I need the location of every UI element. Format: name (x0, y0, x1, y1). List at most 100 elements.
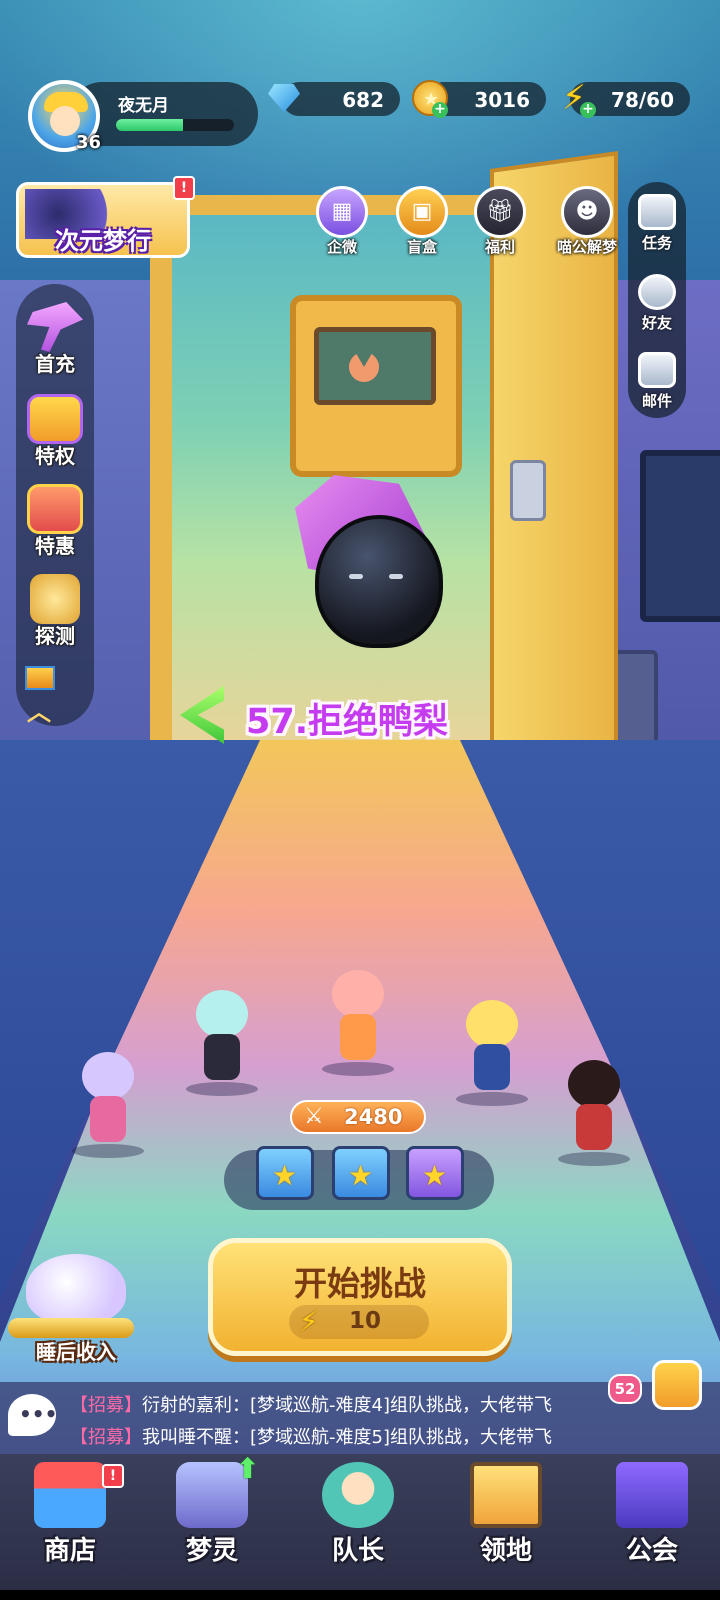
gem-icon (264, 78, 304, 118)
energy-value: 78/60 (611, 88, 674, 112)
star-chest[interactable]: ★ (332, 1146, 390, 1200)
nav-shop-label: 商店 (43, 1536, 96, 1566)
monster-eye (349, 574, 363, 579)
event-badge: ! (173, 176, 195, 200)
nav-territory[interactable]: 领地 (446, 1462, 566, 1567)
captain-icon (322, 1462, 394, 1528)
star-chest[interactable]: ★ (256, 1146, 314, 1200)
first-recharge-label: 首充 (35, 352, 75, 376)
top-icon-welfare[interactable]: 🎁︎ 福利 (463, 186, 537, 258)
energy-icon: ⚡ + (558, 78, 598, 118)
first-recharge-button[interactable]: 首充 (16, 302, 94, 377)
chevron-up-icon: ︿ (27, 698, 51, 726)
sleep-income-label: 睡后收入 (36, 1340, 116, 1364)
chat-message: 【招募】衍射的嘉利：[梦域巡航-难度4]组队挑战，大佬带飞 (70, 1395, 552, 1416)
cube-icon (25, 666, 55, 690)
shop-badge: ! (102, 1464, 124, 1488)
coin-pile-icon (8, 1318, 134, 1338)
privilege-label: 特权 (35, 444, 75, 468)
sleeping-cat-icon (26, 1254, 126, 1324)
friends-icon (638, 274, 676, 310)
top-icon-dream-cat[interactable]: ☻ 喵公解梦 (544, 186, 630, 258)
guild-flag-button[interactable] (652, 1360, 702, 1410)
chevron-left-icon (180, 686, 224, 744)
nav-territory-label: 领地 (479, 1536, 532, 1566)
monster-body (315, 515, 443, 648)
add-energy-icon[interactable]: + (580, 102, 596, 118)
hero-pink-girl[interactable] (62, 1052, 152, 1162)
start-challenge-label: 开始挑战 (294, 1264, 426, 1303)
exp-bar (116, 119, 234, 131)
pacman-icon (343, 346, 385, 388)
door-icon (470, 1462, 542, 1528)
gem-value: 682 (342, 88, 384, 112)
coin-value: 3016 (474, 88, 530, 112)
start-challenge-button[interactable]: 开始挑战 ⚡ 10 (208, 1238, 512, 1356)
coin-icon: ★ + (410, 78, 450, 118)
hero-blond-boy[interactable] (446, 1000, 536, 1110)
gift-box-icon: ▦ (331, 199, 353, 224)
boss-monster[interactable] (295, 475, 455, 648)
chat-bubble-icon: ••• (19, 1402, 58, 1426)
star-icon: ★ (272, 1159, 298, 1192)
door-handle (510, 460, 546, 521)
player-name: 夜无月 (118, 96, 169, 116)
clipboard-icon (638, 194, 676, 230)
special-offer-label: 特惠 (35, 534, 75, 558)
special-offer-button[interactable]: 特惠 (16, 484, 94, 559)
nav-captain-label: 队长 (331, 1536, 384, 1566)
radar-icon (30, 574, 80, 624)
hero-visor-girl[interactable] (176, 990, 266, 1100)
team-power-value: 2480 (344, 1105, 403, 1129)
tasks-label: 任务 (641, 234, 672, 252)
exp-bar-fill (116, 119, 184, 131)
home-indicator (0, 1590, 720, 1600)
event-banner[interactable]: 次元梦行 (16, 182, 190, 258)
top-icon-label: 喵公解梦 (556, 238, 617, 256)
hero-red-robed[interactable] (548, 1060, 638, 1170)
energy-cost-value: 10 (349, 1308, 382, 1334)
cat-icon: ☻ (575, 199, 599, 224)
collapse-menu-button[interactable]: ︿ (21, 666, 57, 726)
player-level: 36 (76, 132, 102, 153)
top-icon-label: 企微 (326, 238, 357, 256)
guild-icon (616, 1462, 688, 1528)
hammer-icon (27, 302, 83, 352)
arcade-machine (290, 295, 462, 477)
monster-eye (389, 574, 403, 579)
right-menu: 任务 好友 邮件 (628, 182, 686, 418)
nav-guild-label: 公会 (625, 1536, 678, 1566)
top-icon-label: 福利 (484, 238, 515, 256)
explore-button[interactable]: 探测 (16, 574, 94, 649)
top-icon-blindbox[interactable]: ▣ 盲盒 (385, 186, 459, 258)
nav-guild[interactable]: 公会 (592, 1462, 712, 1567)
tasks-button[interactable]: 任务 (628, 194, 686, 253)
top-icon-qiwei[interactable]: ▦ 企微 (305, 186, 379, 258)
top-icon-label: 盲盒 (406, 238, 437, 256)
shop-icon (34, 1462, 106, 1528)
add-coins-icon[interactable]: + (432, 102, 448, 118)
privilege-button[interactable]: 特权 (16, 394, 94, 469)
mail-icon (638, 352, 676, 388)
nav-dream-spirit-label: 梦灵 (185, 1536, 238, 1566)
chat-unread-badge: 52 (608, 1374, 642, 1404)
mail-button[interactable]: 邮件 (628, 352, 686, 411)
team-power-badge: ⚔ 2480 (290, 1100, 426, 1134)
star-icon: ★ (348, 1159, 374, 1192)
upgrade-arrow-icon: ⬆ (236, 1452, 260, 1485)
star-chest[interactable]: ★ (406, 1146, 464, 1200)
previous-level-button[interactable] (180, 686, 224, 744)
level-title: 57.拒绝鸭梨 (246, 702, 449, 742)
friends-label: 好友 (641, 314, 672, 332)
hero-captain[interactable] (312, 970, 402, 1080)
card-pack-icon: ▣ (411, 199, 433, 224)
energy-cost: ⚡ 10 (289, 1305, 429, 1339)
explore-label: 探测 (35, 624, 75, 648)
chat-button[interactable]: ••• (8, 1394, 58, 1436)
gift-icon (27, 484, 83, 534)
nav-captain[interactable]: 队长 (298, 1462, 418, 1567)
ticket-icon (27, 394, 83, 444)
friends-button[interactable]: 好友 (628, 274, 686, 333)
mail-label: 邮件 (641, 392, 672, 410)
star-icon: ★ (422, 1159, 448, 1192)
